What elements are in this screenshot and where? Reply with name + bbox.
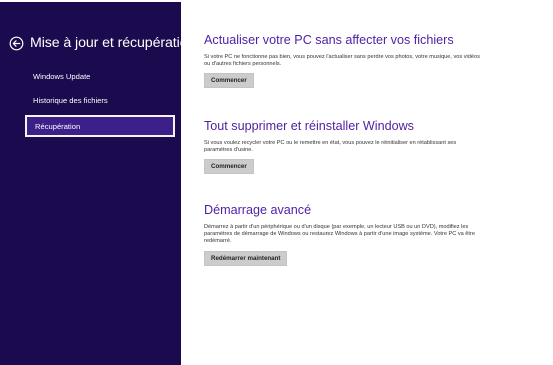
sidebar-item-recuperation[interactable]: Récupération (25, 115, 175, 137)
sidebar-item-label: Historique des fichiers (33, 95, 108, 105)
refresh-start-button[interactable]: Commencer (204, 73, 254, 89)
sidebar-title: Mise à jour et récupération (30, 35, 196, 51)
section-description: Si vous voulez recycler votre PC ou le r… (204, 140, 457, 154)
section-advanced-startup: Démarrage avancé Démarrez à partir d'un … (204, 203, 504, 266)
sidebar: Mise à jour et récupération Windows Upda… (0, 2, 210, 365)
section-title: Tout supprimer et réinstaller Windows (204, 119, 414, 133)
section-title: Actualiser votre PC sans affecter vos fi… (204, 33, 454, 47)
sidebar-item-label: Windows Update (33, 71, 91, 81)
section-description: Si votre PC ne fonctionne pas bien, vous… (204, 54, 480, 68)
sidebar-item-label: Récupération (35, 121, 81, 131)
reset-start-button[interactable]: Commencer (204, 159, 254, 175)
restart-now-button[interactable]: Redémarrer maintenant (204, 250, 288, 266)
sidebar-header: Mise à jour et récupération (9, 33, 210, 53)
back-arrow-icon[interactable] (9, 36, 24, 51)
section-reset: Tout supprimer et réinstaller Windows Si… (204, 119, 504, 175)
section-description: Démarrez à partir d'un périphérique ou d… (204, 224, 475, 245)
section-title: Démarrage avancé (204, 203, 312, 217)
main-content: Actualiser votre PC sans affecter vos fi… (181, 2, 553, 365)
section-refresh: Actualiser votre PC sans affecter vos fi… (204, 33, 504, 89)
sidebar-item-historique-des-fichiers[interactable]: Historique des fichiers (25, 89, 175, 111)
sidebar-item-windows-update[interactable]: Windows Update (25, 65, 175, 87)
